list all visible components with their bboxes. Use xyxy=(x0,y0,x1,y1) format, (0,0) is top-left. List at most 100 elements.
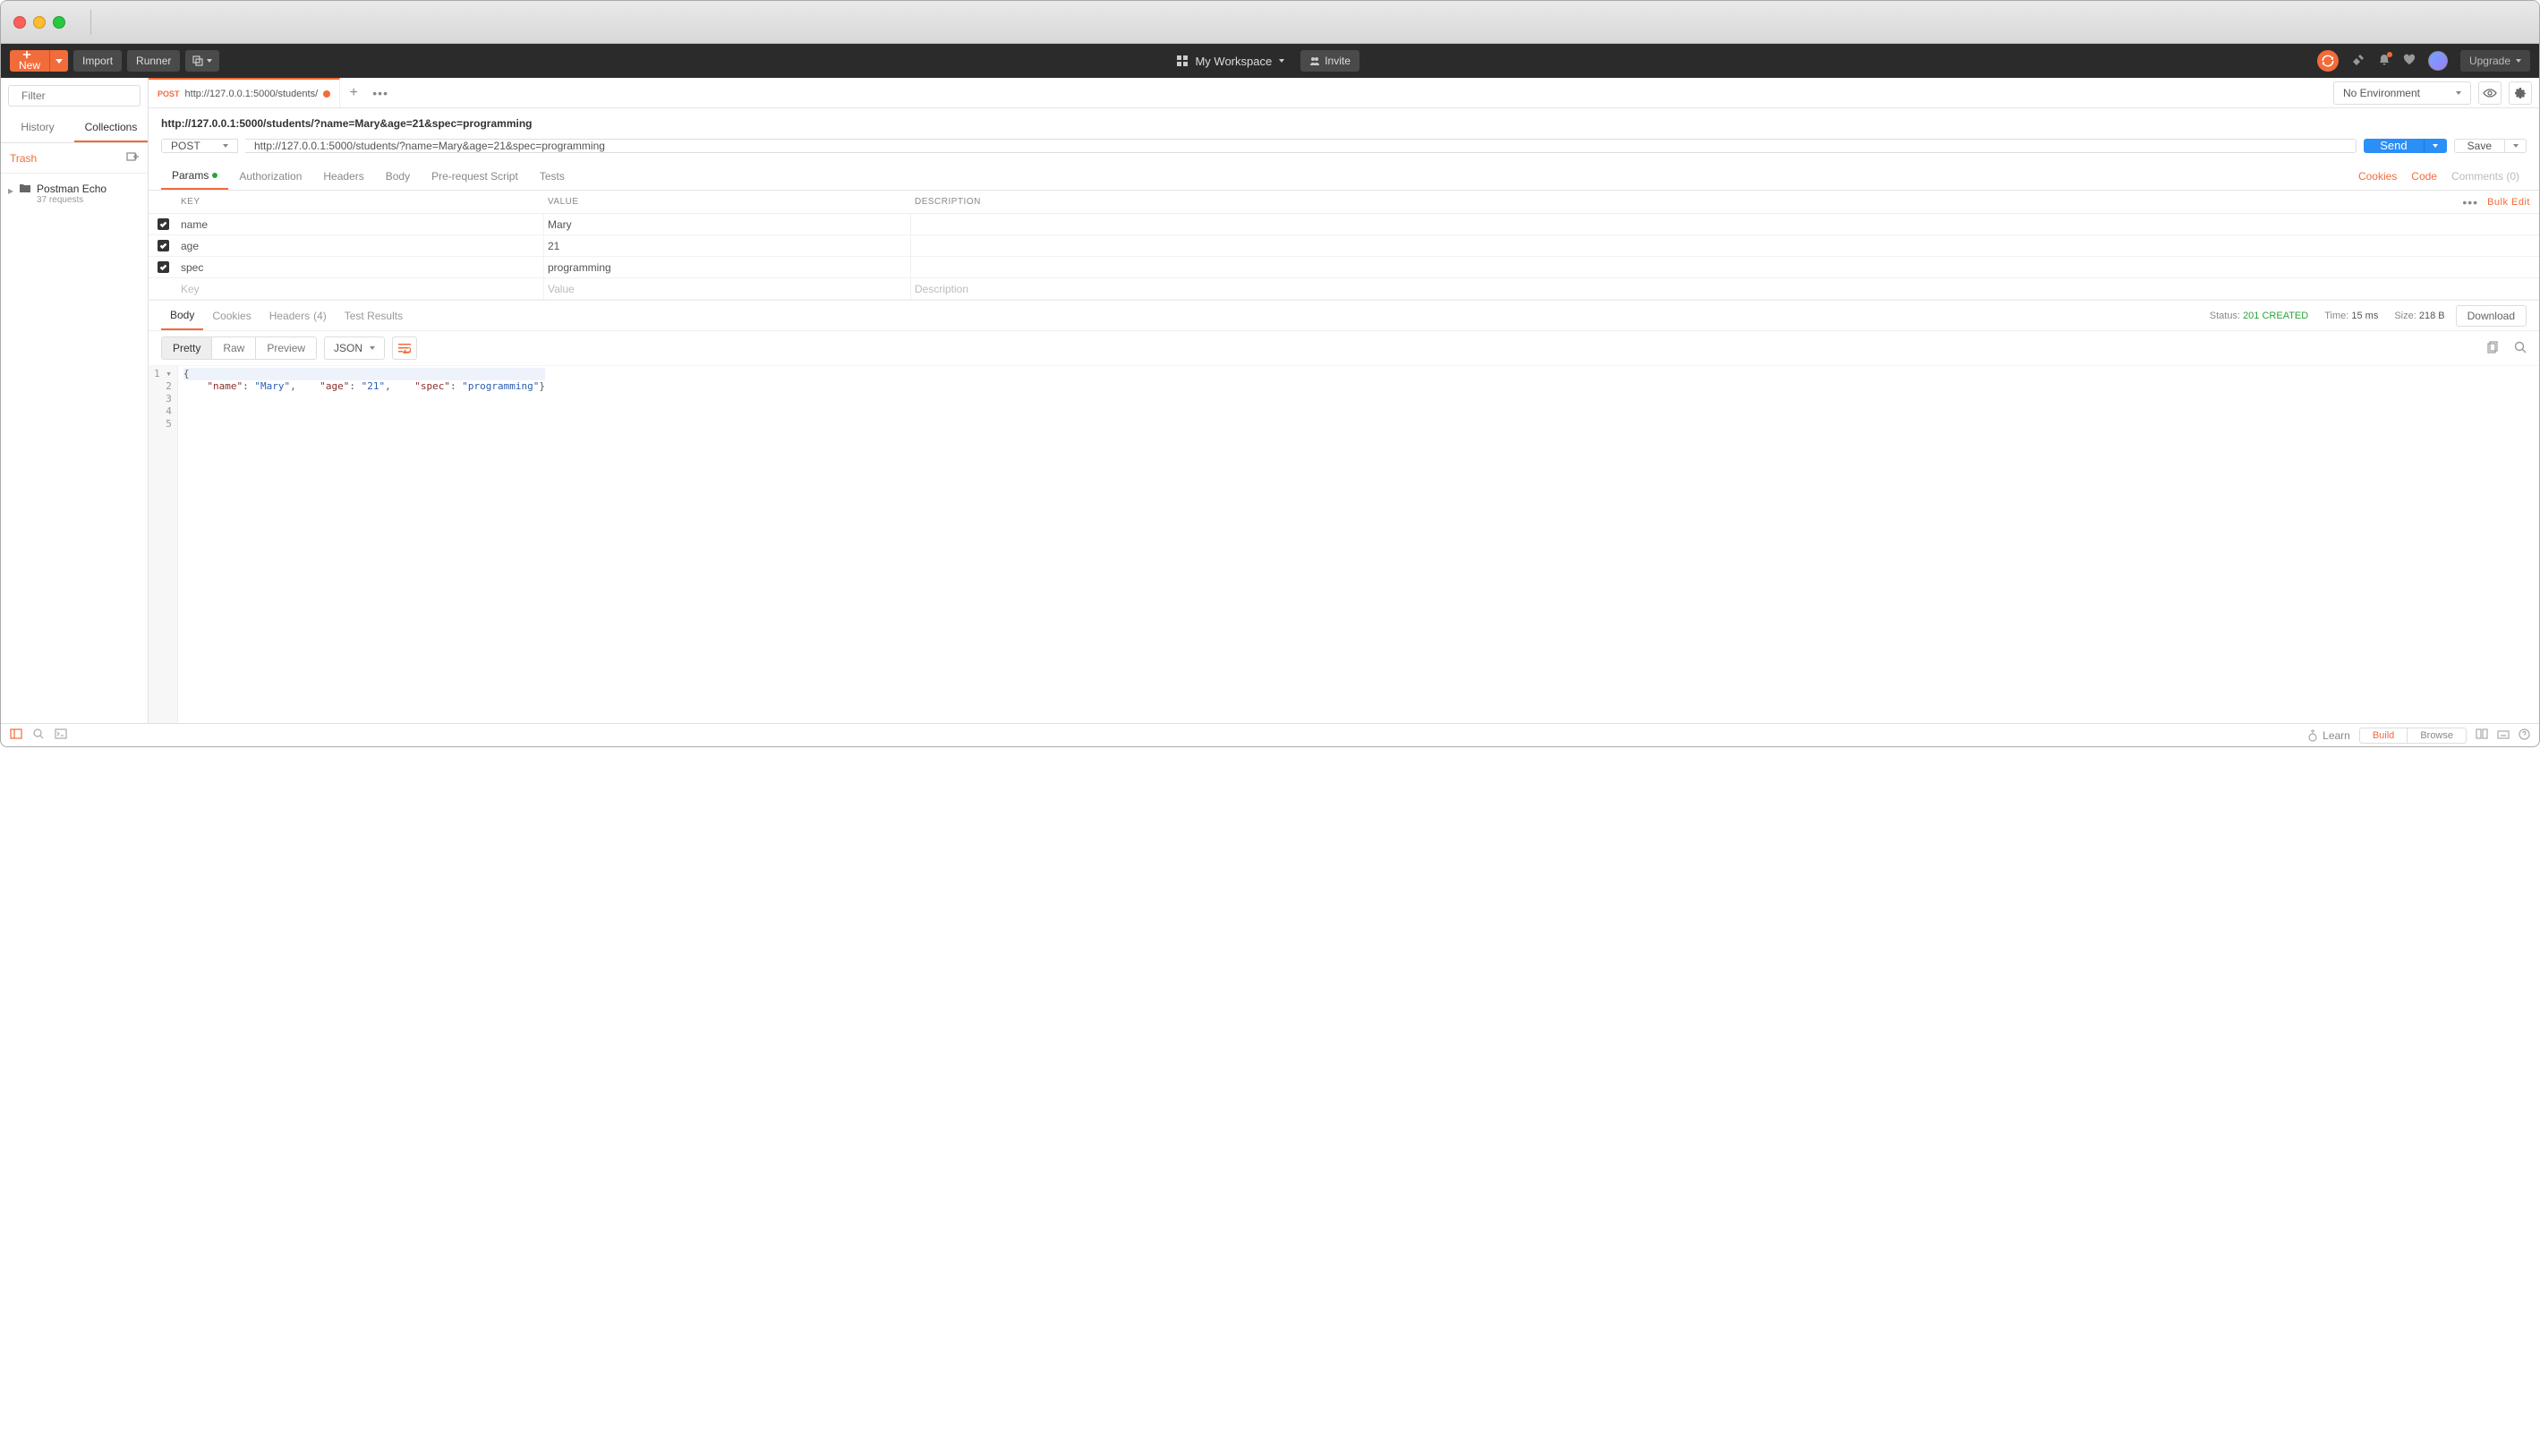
window-titlebar xyxy=(1,1,2539,44)
expand-icon[interactable]: ▸ xyxy=(8,184,13,205)
new-button-caret[interactable] xyxy=(49,50,68,72)
tab-tests[interactable]: Tests xyxy=(529,162,575,190)
invite-button[interactable]: Invite xyxy=(1300,50,1359,72)
bulk-edit-link[interactable]: Bulk Edit xyxy=(2487,197,2530,208)
two-pane-icon[interactable] xyxy=(2476,728,2488,742)
mode-browse[interactable]: Browse xyxy=(2408,728,2466,743)
sidebar-toggle-icon[interactable] xyxy=(10,728,22,742)
collection-subtext: 37 requests xyxy=(37,195,107,205)
params-options-button[interactable]: ••• xyxy=(2462,195,2478,209)
param-description[interactable] xyxy=(911,257,2539,277)
param-description[interactable] xyxy=(911,214,2539,234)
find-icon[interactable] xyxy=(33,728,44,742)
response-tab-cookies[interactable]: Cookies xyxy=(203,301,260,330)
response-tab-tests[interactable]: Test Results xyxy=(336,301,412,330)
param-value[interactable]: 21 xyxy=(544,235,911,256)
save-button-caret[interactable] xyxy=(2505,139,2527,153)
params-row[interactable]: nameMary xyxy=(149,214,2539,235)
param-description[interactable] xyxy=(911,235,2539,256)
upgrade-label: Upgrade xyxy=(2469,55,2510,67)
param-value-placeholder[interactable]: Value xyxy=(544,278,911,299)
environment-settings-button[interactable] xyxy=(2509,81,2532,105)
param-key[interactable]: age xyxy=(177,235,544,256)
comments-link[interactable]: Comments (0) xyxy=(2444,170,2527,183)
column-header-description: DESCRIPTION xyxy=(911,197,2459,207)
content-type-selector[interactable]: JSON xyxy=(324,336,385,360)
sidebar-tab-history[interactable]: History xyxy=(1,114,74,142)
environment-quicklook-button[interactable] xyxy=(2478,81,2502,105)
response-tab-headers[interactable]: Headers (4) xyxy=(260,301,336,330)
response-time: 15 ms xyxy=(2351,311,2378,321)
params-row[interactable]: age21 xyxy=(149,235,2539,257)
new-tab-button[interactable]: + xyxy=(340,78,367,107)
response-tab-body[interactable]: Body xyxy=(161,301,203,330)
workspace-label: My Workspace xyxy=(1195,55,1272,68)
cookies-link[interactable]: Cookies xyxy=(2351,170,2404,183)
mode-build[interactable]: Build xyxy=(2360,728,2408,743)
window-close-button[interactable] xyxy=(13,16,26,29)
capture-button[interactable] xyxy=(185,50,219,72)
copy-response-button[interactable] xyxy=(2487,341,2500,356)
view-mode-raw[interactable]: Raw xyxy=(212,337,256,359)
response-body[interactable]: 1 ▾ 2 3 4 5 { "name": "Mary", "age": "21… xyxy=(149,366,2539,723)
upgrade-button[interactable]: Upgrade xyxy=(2460,50,2530,72)
params-row[interactable]: specprogramming xyxy=(149,257,2539,278)
wrap-lines-button[interactable] xyxy=(392,336,417,360)
sidebar-tab-collections[interactable]: Collections xyxy=(74,114,148,142)
param-key-placeholder[interactable]: Key xyxy=(177,278,544,299)
sync-status-icon[interactable] xyxy=(2317,50,2339,72)
params-row-new[interactable]: Key Value Description xyxy=(149,278,2539,300)
method-selector[interactable]: POST xyxy=(161,139,238,153)
collection-item[interactable]: ▸ Postman Echo 37 requests xyxy=(1,174,148,214)
app-toolbar: New Import Runner My Workspace Invite xyxy=(1,44,2539,78)
column-header-value: VALUE xyxy=(544,197,911,207)
search-response-button[interactable] xyxy=(2514,341,2527,356)
url-input[interactable] xyxy=(245,139,2357,153)
send-button[interactable]: Send xyxy=(2364,139,2423,153)
help-icon[interactable] xyxy=(2519,728,2530,743)
tab-authorization[interactable]: Authorization xyxy=(228,162,312,190)
new-button[interactable]: New xyxy=(10,50,68,72)
keyboard-shortcuts-icon[interactable] xyxy=(2497,729,2510,742)
notifications-icon[interactable] xyxy=(2378,54,2391,69)
window-minimize-button[interactable] xyxy=(33,16,46,29)
param-key[interactable]: name xyxy=(177,214,544,234)
param-desc-placeholder[interactable]: Description xyxy=(911,278,2539,299)
tab-prerequest[interactable]: Pre-request Script xyxy=(421,162,529,190)
filter-input[interactable] xyxy=(21,89,160,102)
satellite-icon[interactable] xyxy=(2351,53,2365,70)
request-tab[interactable]: POST http://127.0.0.1:5000/students/ xyxy=(149,78,340,107)
workspace-selector[interactable]: My Workspace xyxy=(1177,55,1284,68)
code-link[interactable]: Code xyxy=(2404,170,2444,183)
param-checkbox[interactable] xyxy=(158,218,169,230)
tab-options-button[interactable]: ••• xyxy=(367,78,394,107)
import-button[interactable]: Import xyxy=(73,50,122,72)
environment-selector[interactable]: No Environment xyxy=(2333,81,2471,105)
runner-button[interactable]: Runner xyxy=(127,50,180,72)
trash-link[interactable]: Trash xyxy=(10,152,37,165)
param-checkbox[interactable] xyxy=(158,261,169,273)
param-value[interactable]: Mary xyxy=(544,214,911,234)
user-avatar[interactable] xyxy=(2428,51,2448,71)
console-icon[interactable] xyxy=(55,728,67,742)
tab-body[interactable]: Body xyxy=(375,162,421,190)
tab-headers[interactable]: Headers xyxy=(312,162,374,190)
send-button-caret[interactable] xyxy=(2424,139,2447,153)
tab-params[interactable]: Params xyxy=(161,162,228,190)
new-collection-icon[interactable] xyxy=(126,150,139,166)
view-mode-pretty[interactable]: Pretty xyxy=(162,337,212,359)
param-key[interactable]: spec xyxy=(177,257,544,277)
statusbar: Learn Build Browse xyxy=(1,723,2539,746)
method-label: POST xyxy=(171,140,200,152)
bootcamp-icon[interactable]: Learn xyxy=(2307,729,2350,742)
window-zoom-button[interactable] xyxy=(53,16,65,29)
param-checkbox[interactable] xyxy=(158,240,169,251)
save-button[interactable]: Save xyxy=(2454,139,2505,153)
heart-icon[interactable] xyxy=(2403,54,2416,69)
param-value[interactable]: programming xyxy=(544,257,911,277)
filter-input-wrapper[interactable] xyxy=(8,85,141,106)
download-button[interactable]: Download xyxy=(2456,305,2527,327)
view-mode-preview[interactable]: Preview xyxy=(256,337,316,359)
request-tabbar: POST http://127.0.0.1:5000/students/ + •… xyxy=(149,78,2539,108)
titlebar-divider xyxy=(90,10,91,35)
